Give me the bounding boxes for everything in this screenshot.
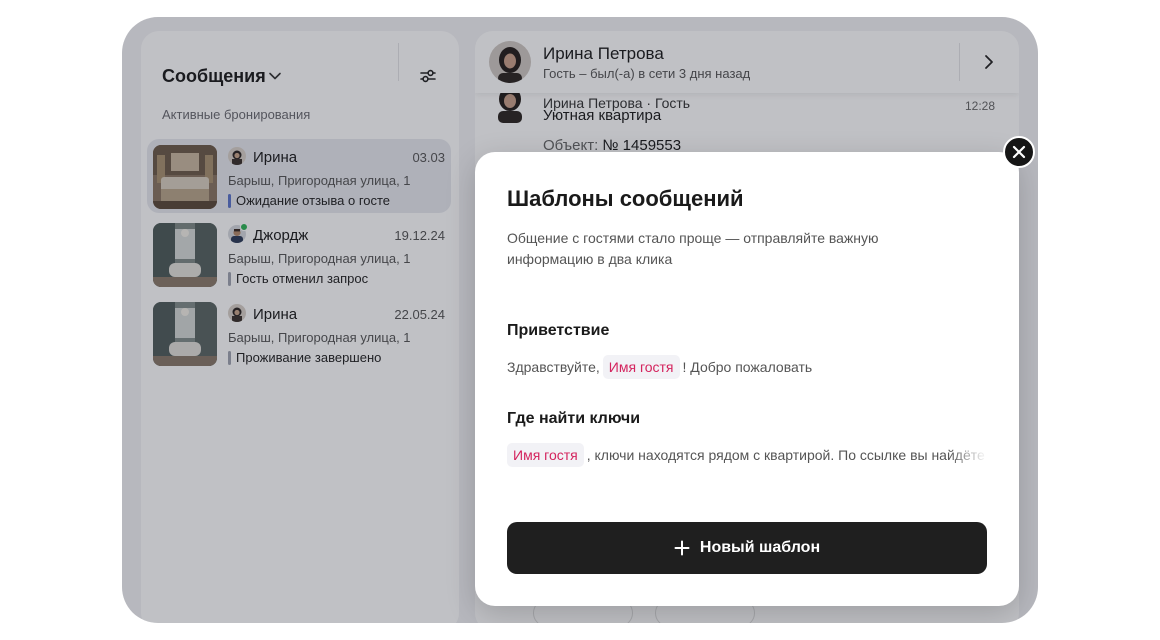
new-template-button[interactable]: Новый шаблон xyxy=(507,522,987,574)
template-title: Приветствие xyxy=(507,322,610,339)
modal-description: Общение с гостями стало проще — отправля… xyxy=(507,230,879,267)
new-template-label: Новый шаблон xyxy=(699,539,821,556)
template-body: Имя гостя, ключи находятся рядом с кварт… xyxy=(507,442,987,468)
template-text: ! Добро пожаловать xyxy=(682,359,813,375)
template-item[interactable]: Где найти ключи Имя гостя, ключи находят… xyxy=(507,410,987,468)
template-item[interactable]: Приветствие Здравствуйте, Имя гостя! Добр… xyxy=(507,322,987,380)
guest-name-variable: Имя гостя xyxy=(507,443,584,467)
close-modal-button[interactable] xyxy=(1003,136,1035,168)
app-background: Сообщения Активные бронирования Ирина 03… xyxy=(122,17,1038,623)
template-text: , ключи находятся рядом с квартирой. По … xyxy=(586,447,985,463)
template-text: Здравствуйте, xyxy=(507,359,600,375)
close-icon xyxy=(1012,145,1026,159)
template-body: Здравствуйте, Имя гостя! Добро пожаловать xyxy=(507,354,987,380)
plus-icon xyxy=(674,540,690,556)
guest-name-variable: Имя гостя xyxy=(602,355,680,379)
template-title: Где найти ключи xyxy=(507,410,641,427)
modal-title: Шаблоны сообщений xyxy=(507,186,744,211)
app-window: Сообщения Активные бронирования Ирина 03… xyxy=(122,17,1038,623)
templates-modal: Шаблоны сообщений Общение с гостями стал… xyxy=(475,152,1019,606)
